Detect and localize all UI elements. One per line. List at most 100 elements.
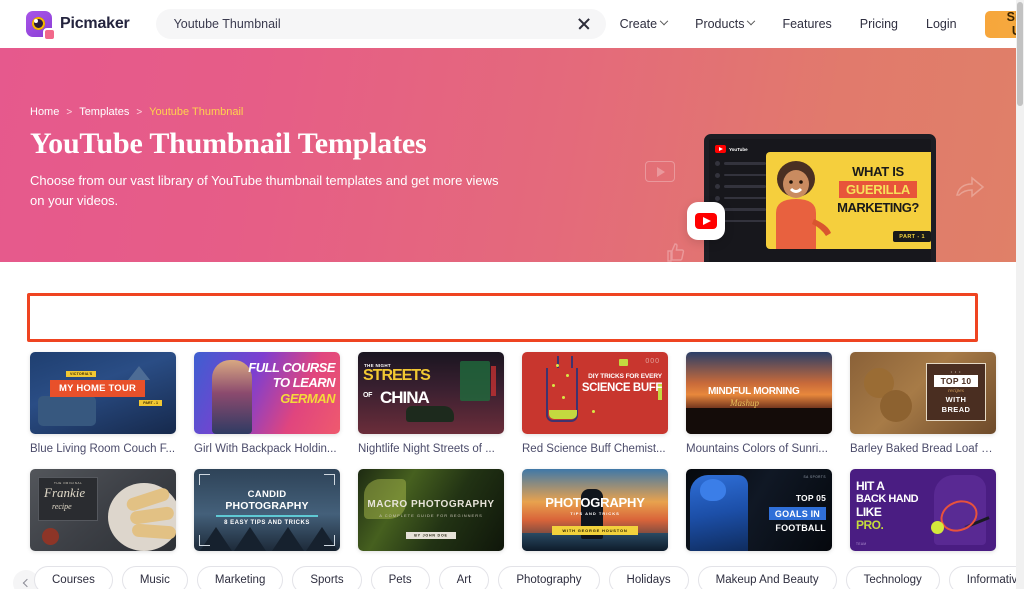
close-icon[interactable] [576, 16, 592, 32]
breadcrumb-separator: > [66, 106, 73, 118]
youtube-wordmark: YouTube [729, 146, 748, 152]
nav-item-features[interactable]: Features [768, 17, 845, 31]
thumb-text: STREETS [363, 367, 431, 384]
category-filter-section: Courses Music Marketing Sports Pets Art … [0, 262, 1024, 589]
template-card[interactable]: • • • TOP 10 recipes WITH BREAD Barley B… [850, 352, 996, 455]
hero-text-block: Home > Templates > Youtube Thumbnail You… [30, 106, 550, 211]
template-caption: Mountains Colors of Sunri... [686, 443, 828, 455]
template-thumbnail[interactable]: HIT A BACK HAND LIKE PRO. TEAM [850, 469, 996, 551]
template-card[interactable]: SA SPORTS TOP 05 GOALS IN FOOTBALL [686, 469, 832, 560]
thumb-line-1: WHAT IS [852, 164, 904, 179]
template-card[interactable]: MACRO PHOTOGRAPHY A COMPLETE GUIDE FOR B… [358, 469, 504, 560]
breadcrumb-item-current[interactable]: Youtube Thumbnail [149, 106, 243, 118]
thumb-text: BY JOHN DOE [406, 531, 456, 539]
category-chip-photography[interactable]: Photography [498, 566, 600, 589]
thumb-text: recipes [948, 388, 964, 394]
nav-item-products[interactable]: Products [681, 16, 768, 31]
nav-item-create[interactable]: Create [606, 16, 682, 31]
template-thumbnail[interactable]: MACRO PHOTOGRAPHY A COMPLETE GUIDE FOR B… [358, 469, 504, 551]
category-chip-sports[interactable]: Sports [292, 566, 362, 589]
thumb-text: FULL COURSE [248, 360, 335, 375]
thumb-text: CHINA [380, 388, 430, 407]
template-thumbnail[interactable]: 000 DIY TRICKS FOR EVERY SCIENCE BUFF [522, 352, 668, 434]
thumb-text: TOP 10 [933, 375, 979, 387]
logo-badge-shape [43, 28, 56, 41]
brand-logo[interactable]: Picmaker [26, 11, 130, 41]
thumb-text: CANDID [247, 489, 287, 500]
category-chip-technology[interactable]: Technology [845, 566, 940, 589]
template-card[interactable]: CANDID PHOTOGRAPHY 8 EASY TIPS AND TRICK… [194, 469, 340, 560]
thumb-text: VICTORIA'S [66, 371, 97, 377]
category-chip-art[interactable]: Art [438, 566, 490, 589]
thumb-text: MY HOME TOUR [50, 380, 145, 397]
template-thumbnail[interactable]: CANDID PHOTOGRAPHY 8 EASY TIPS AND TRICK… [194, 469, 340, 551]
thumb-text: TEAM [856, 542, 867, 546]
thumb-text: MACRO PHOTOGRAPHY [367, 499, 495, 510]
template-thumbnail[interactable]: PHOTOGRAPHY TIPS AND TRICKS WITH GEORGE … [522, 469, 668, 551]
youtube-header: YouTube [715, 145, 748, 153]
brand-name: Picmaker [60, 15, 130, 32]
template-thumbnail[interactable]: THE ORIGINAL Frankie recipe [30, 469, 176, 551]
template-row: VICTORIA'S MY HOME TOUR PART - 1 Blue Li… [0, 352, 1024, 455]
template-card[interactable]: THE ORIGINAL Frankie recipe [30, 469, 176, 560]
nav-item-login[interactable]: Login [912, 17, 971, 31]
template-card[interactable]: MINDFUL MORNING Mashup Mountains Colors … [686, 352, 832, 455]
template-thumbnail[interactable]: • • • TOP 10 recipes WITH BREAD [850, 352, 996, 434]
search-bar[interactable]: Youtube Thumbnail [155, 9, 606, 39]
template-thumbnail[interactable]: FULL COURSE TO LEARN GERMAN [194, 352, 340, 434]
thumb-text: SCIENCE BUFF [581, 382, 663, 394]
template-card[interactable]: 000 DIY TRICKS FOR EVERY SCIENCE BUFF Re… [522, 352, 668, 455]
nav-label: Products [695, 17, 745, 31]
thumb-text: Mashup [730, 398, 759, 408]
template-row: THE ORIGINAL Frankie recipe CANDID PHOTO… [0, 469, 1024, 560]
page-title: YouTube Thumbnail Templates [30, 127, 427, 160]
thumb-text: recipe [52, 502, 72, 511]
thumb-text: WITH GEORGE HOUSTON [552, 526, 638, 535]
category-chip-makeup-and-beauty[interactable]: Makeup And Beauty [697, 566, 837, 589]
hero-banner: Home > Templates > Youtube Thumbnail You… [0, 48, 1024, 262]
page-root: Picmaker Youtube Thumbnail Create Produc… [0, 0, 1024, 589]
template-thumbnail[interactable]: VICTORIA'S MY HOME TOUR PART - 1 [30, 352, 176, 434]
template-thumbnail[interactable]: MINDFUL MORNING Mashup [686, 352, 832, 434]
chevron-down-icon [747, 16, 756, 26]
thumb-text: PHOTOGRAPHY [545, 495, 645, 510]
breadcrumb-item-templates[interactable]: Templates [79, 106, 129, 118]
laptop-mockup: YouTube WHAT IS GUERILLA MARKETING? PART… [675, 134, 965, 262]
category-chip-marketing[interactable]: Marketing [196, 566, 284, 589]
hero-thumbnail-preview: WHAT IS GUERILLA MARKETING? PART - 1 [766, 152, 931, 249]
main-navigation: Create Products Features Pricing Login S… [606, 10, 1024, 38]
category-chip-pets[interactable]: Pets [370, 566, 430, 589]
template-card[interactable]: HIT A BACK HAND LIKE PRO. TEAM [850, 469, 996, 560]
template-card[interactable]: PHOTOGRAPHY TIPS AND TRICKS WITH GEORGE … [522, 469, 668, 560]
thumb-text: LIKE [856, 505, 882, 519]
thumb-text: SA SPORTS [803, 475, 826, 479]
thumb-text: TO LEARN [272, 375, 336, 390]
search-input[interactable]: Youtube Thumbnail [174, 17, 576, 31]
youtube-play-icon [715, 145, 726, 153]
play-outline-icon [645, 161, 675, 182]
breadcrumb: Home > Templates > Youtube Thumbnail [30, 106, 550, 118]
template-card[interactable]: VICTORIA'S MY HOME TOUR PART - 1 Blue Li… [30, 352, 176, 455]
breadcrumb-item-home[interactable]: Home [30, 106, 59, 118]
template-thumbnail[interactable]: THE NIGHT STREETS OF CHINA [358, 352, 504, 434]
template-caption: Girl With Backpack Holdin... [194, 443, 337, 455]
thumb-text: TIPS AND TRICKS [570, 511, 620, 516]
chevron-left-icon [22, 578, 32, 588]
template-card[interactable]: FULL COURSE TO LEARN GERMAN Girl With Ba… [194, 352, 340, 455]
thumb-text: GOALS IN [768, 507, 826, 520]
category-chip-informative[interactable]: Informative [948, 566, 1024, 589]
category-chip-courses[interactable]: Courses [34, 566, 113, 589]
thumb-text: PRO. [856, 518, 884, 532]
category-chip-music[interactable]: Music [121, 566, 188, 589]
thumb-text: PART - 1 [139, 400, 162, 406]
template-card[interactable]: THE NIGHT STREETS OF CHINA Nightlife Nig… [358, 352, 504, 455]
thumb-text: Frankie [44, 485, 86, 500]
nav-item-pricing[interactable]: Pricing [846, 17, 912, 31]
thumb-text: WITH [945, 395, 967, 404]
page-scrollbar-thumb[interactable] [1017, 2, 1023, 106]
youtube-play-icon [695, 213, 717, 229]
template-caption: Barley Baked Bread Loaf R... [850, 443, 996, 455]
template-thumbnail[interactable]: SA SPORTS TOP 05 GOALS IN FOOTBALL [686, 469, 832, 551]
category-chip-holidays[interactable]: Holidays [608, 566, 689, 589]
thumb-text: A COMPLETE GUIDE FOR BEGINNERS [379, 513, 483, 518]
